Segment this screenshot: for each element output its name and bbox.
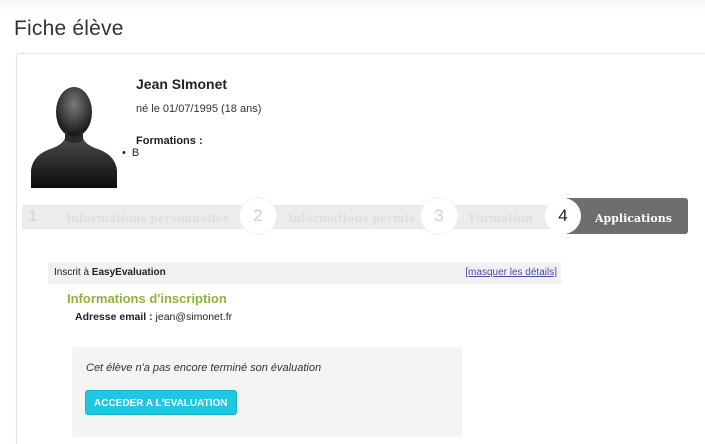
- top-shadow-bar: [0, 0, 705, 10]
- avatar-silhouette-icon: [31, 87, 117, 188]
- evaluation-message: Cet élève n'a pas encore terminé son éva…: [86, 362, 322, 374]
- steps-bar: 1 Informations personnelles 2 Informatio…: [22, 198, 688, 234]
- evaluation-box: Cet élève n'a pas encore terminé son éva…: [72, 347, 462, 437]
- email-value: jean@simonet.fr: [152, 311, 233, 323]
- step-3-label[interactable]: Formation: [469, 212, 533, 225]
- access-evaluation-button[interactable]: ACCEDER A L'EVALUATION: [85, 390, 237, 415]
- subscription-info-title: Informations d'inscription: [67, 291, 227, 306]
- student-birthdate: né le 01/07/1995 (18 ans): [136, 103, 262, 115]
- step-1-label[interactable]: Informations personnelles: [66, 212, 229, 225]
- formations-label: Formations :: [136, 135, 203, 147]
- formation-item: B: [122, 147, 139, 159]
- student-name: Jean SImonet: [136, 76, 228, 92]
- step-2-label[interactable]: Informations permis: [288, 212, 415, 225]
- app-name: EasyEvaluation: [91, 267, 166, 278]
- email-label: Adresse email :: [75, 311, 153, 323]
- hide-details-link[interactable]: [masquer les détails]: [465, 267, 557, 278]
- step-1-number[interactable]: 1: [18, 201, 48, 231]
- subscription-text: Inscrit à EasyEvaluation: [54, 267, 166, 278]
- step-3-number[interactable]: 3: [421, 198, 457, 234]
- formations-list: B: [122, 147, 139, 159]
- step-4-label[interactable]: Applications: [595, 212, 672, 225]
- step-4-number[interactable]: 4: [545, 198, 581, 234]
- page-title: Fiche élève: [14, 17, 124, 40]
- subscription-header: Inscrit à EasyEvaluation [masquer les dé…: [48, 262, 561, 284]
- step-2-number[interactable]: 2: [240, 198, 276, 234]
- email-line: Adresse email : jean@simonet.fr: [75, 311, 232, 323]
